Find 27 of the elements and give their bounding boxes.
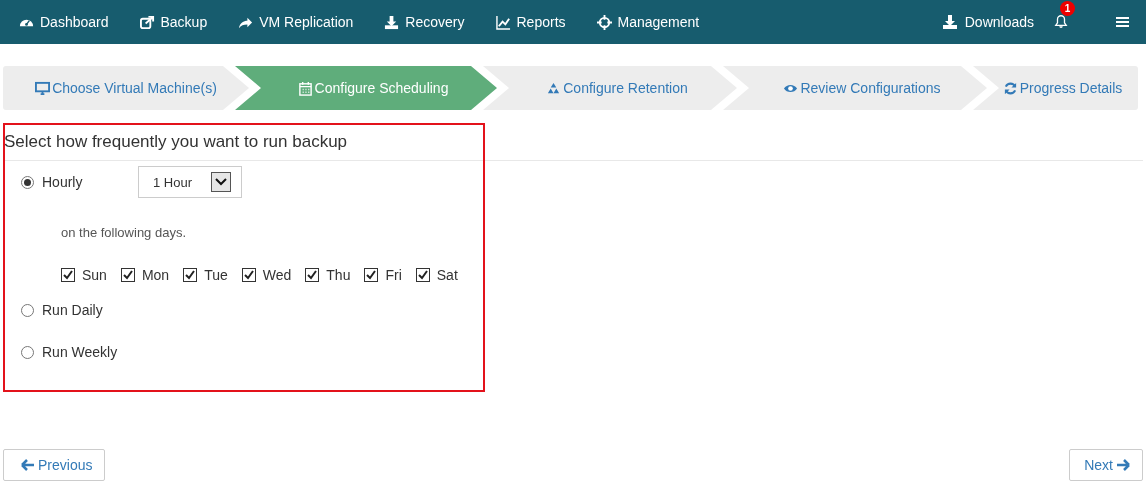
- wizard-step[interactable]: Choose Virtual Machine(s): [3, 66, 249, 110]
- day-label: Sat: [436, 267, 458, 283]
- wizard-step[interactable]: Configure Retention: [483, 66, 737, 110]
- day-label: Fri: [385, 267, 402, 283]
- nav-link[interactable]: Management: [596, 14, 700, 30]
- days-caption: on the following days.: [61, 225, 187, 240]
- nav-link[interactable]: Backup: [139, 14, 208, 30]
- section-heading: Select how frequently you want to run backup: [3, 132, 1143, 161]
- option-label: Run Weekly: [42, 344, 119, 360]
- nav-link[interactable]: Recovery: [384, 14, 465, 30]
- downloads-link[interactable]: Downloads: [940, 14, 1034, 30]
- next-button[interactable]: Next: [1069, 449, 1143, 481]
- nav-link[interactable]: VM Replication: [238, 14, 354, 30]
- wizard-step[interactable]: Progress Details: [973, 66, 1138, 110]
- day-label: Thu: [326, 267, 351, 283]
- notification-badge: 1: [1060, 0, 1075, 16]
- day-label: Sun: [82, 267, 107, 283]
- nav-link[interactable]: Reports: [495, 14, 566, 30]
- day-label: Mon: [141, 267, 170, 283]
- option-label: Hourly: [42, 174, 84, 190]
- nav-link[interactable]: Dashboard: [19, 14, 109, 30]
- day-label: Wed: [262, 267, 292, 283]
- option-label: Run Daily: [42, 302, 104, 318]
- wizard-step[interactable]: Review Configurations: [723, 66, 987, 110]
- interval-dropdown[interactable]: 1 Hour: [138, 166, 242, 198]
- previous-button[interactable]: Previous: [3, 449, 106, 481]
- day-label: Tue: [204, 267, 228, 283]
